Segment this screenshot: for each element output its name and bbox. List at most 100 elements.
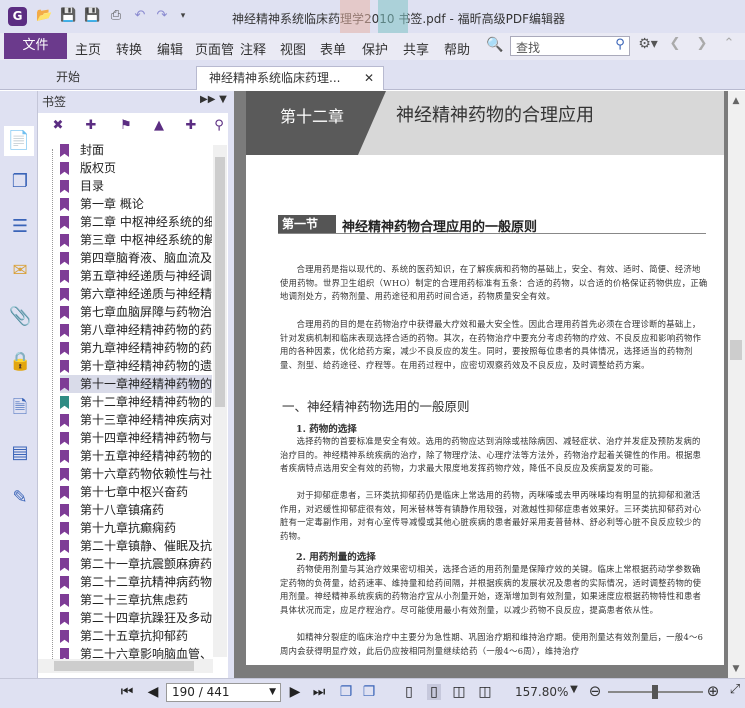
bookmark-flag-icon	[60, 414, 69, 427]
next-page-icon[interactable]: ▶	[288, 684, 302, 700]
bookmark-panel-title: 书签	[42, 95, 67, 109]
bookmark-item[interactable]: 第四章脑脊液、脑血流及血	[60, 249, 212, 267]
menu-edit[interactable]: 编辑	[157, 39, 183, 58]
expand-bookmark-icon[interactable]: ▲	[151, 118, 167, 134]
scroll-up-icon[interactable]: ▲	[730, 96, 742, 106]
bookmark-item[interactable]: 第二十四章抗躁狂及多动	[60, 609, 212, 627]
zoom-in-icon[interactable]: ⊕	[705, 682, 721, 700]
bookmark-item[interactable]: 第十九章抗癫痫药	[60, 519, 212, 537]
new-page-bookmark-icon[interactable]: ✚	[183, 118, 199, 134]
signature-icon[interactable]: ✎	[9, 486, 31, 510]
open-folder-icon[interactable]: 📂	[36, 8, 52, 24]
app-logo-icon[interactable]: G	[8, 7, 27, 26]
attachments-icon[interactable]: 📎	[9, 305, 31, 329]
form-fields-icon[interactable]: ▤	[9, 441, 31, 465]
file-menu-button[interactable]: 文件	[4, 33, 67, 59]
close-tab-icon[interactable]: ✕	[362, 71, 376, 85]
bookmark-item[interactable]: 第十三章神经精神疾病对	[60, 411, 212, 429]
bookmark-horizontal-thumb[interactable]	[54, 661, 194, 671]
menu-home[interactable]: 主页	[75, 39, 101, 58]
bookmark-item[interactable]: 第七章血脑屏障与药物治	[60, 303, 212, 321]
bookmark-item[interactable]: 第十六章药物依赖性与社	[60, 465, 212, 483]
bookmark-item[interactable]: 第十八章镇痛药	[60, 501, 212, 519]
bookmark-item[interactable]: 第十章神经精神药物的遗	[60, 357, 212, 375]
previous-page-icon[interactable]: ◀	[146, 684, 160, 700]
tab-start[interactable]: 开始	[44, 66, 194, 90]
bookmark-item[interactable]: 第二十二章抗精神病药物	[60, 573, 212, 591]
bookmark-item[interactable]: 封面	[60, 141, 212, 159]
tab-document[interactable]: 神经精神系统临床药理...	[196, 66, 384, 90]
menu-protect[interactable]: 保护	[362, 39, 388, 58]
last-page-icon[interactable]: ⏭	[312, 684, 326, 700]
page-properties-icon[interactable]: 🗎	[9, 396, 31, 420]
bookmark-item[interactable]: 第二十五章抗抑郁药	[60, 627, 212, 645]
menu-share[interactable]: 共享	[403, 39, 429, 58]
menu-help[interactable]: 帮助	[444, 39, 470, 58]
page-dropdown-icon[interactable]: ▼	[269, 684, 276, 701]
bookmark-flag-icon	[60, 612, 69, 625]
search-bookmark-icon[interactable]: ⚲	[213, 118, 225, 134]
page-number-input[interactable]: 190 / 441 ▼	[166, 683, 281, 702]
bookmark-item[interactable]: 第十一章神经精神药物的	[60, 375, 212, 393]
bookmark-item[interactable]: 第一章 概论	[60, 195, 212, 213]
bookmark-flag-icon[interactable]: ⚑	[118, 118, 134, 134]
find-folder-icon[interactable]: 🔍	[486, 37, 504, 53]
bookmark-item[interactable]: 第九章神经精神药物的药	[60, 339, 212, 357]
fit-page-icon[interactable]: ⤢	[728, 682, 742, 697]
search-icon[interactable]: ⚲	[612, 37, 628, 52]
bookmark-item[interactable]: 第二十一章抗震颤麻痹药	[60, 555, 212, 573]
bookmark-item[interactable]: 第六章神经递质与神经精	[60, 285, 212, 303]
bookmark-item[interactable]: 第三章 中枢神经系统的解	[60, 231, 212, 249]
zoom-dropdown-icon[interactable]: ▼	[568, 684, 580, 695]
menu-comment[interactable]: 注释	[240, 39, 266, 58]
save-as-icon[interactable]: 💾	[84, 8, 100, 24]
zoom-out-icon[interactable]: ⊖	[587, 682, 603, 700]
menu-view[interactable]: 视图	[280, 39, 306, 58]
bookmark-item[interactable]: 版权页	[60, 159, 212, 177]
expand-ribbon-icon[interactable]: ⌃	[722, 36, 736, 51]
bookmark-item[interactable]: 第十二章神经精神药物的	[60, 393, 212, 411]
bookmark-scroll-thumb[interactable]	[215, 157, 225, 407]
bookmark-item[interactable]: 第十七章中枢兴奋药	[60, 483, 212, 501]
next-icon[interactable]: ❯	[695, 36, 709, 51]
bookmark-item[interactable]: 第二章 中枢神经系统的细	[60, 213, 212, 231]
bookmark-item[interactable]: 第八章神经精神药物的药	[60, 321, 212, 339]
document-scroll-thumb[interactable]	[730, 340, 742, 360]
customize-toolbar-icon[interactable]: ▾	[175, 8, 191, 24]
delete-bookmark-icon[interactable]: ✖	[50, 118, 66, 134]
previous-icon[interactable]: ❮	[668, 36, 682, 51]
redo-icon[interactable]: ↷	[154, 8, 170, 24]
first-page-icon[interactable]: ⏮	[120, 684, 134, 700]
add-bookmark-icon[interactable]: ✚	[83, 118, 99, 134]
layers-icon[interactable]: ☰	[9, 215, 31, 239]
menu-convert[interactable]: 转换	[116, 39, 142, 58]
bookmark-item[interactable]: 目录	[60, 177, 212, 195]
collapse-panel-icon[interactable]: ▶▶	[200, 94, 215, 105]
menu-form[interactable]: 表单	[320, 39, 346, 58]
single-page-icon[interactable]: ▯	[402, 684, 416, 700]
bookmark-item-label: 第十六章药物依赖性与社	[80, 467, 212, 481]
document-scrollbar[interactable]	[728, 91, 745, 678]
bookmark-item[interactable]: 第十四章神经精神药物与	[60, 429, 212, 447]
bookmark-item[interactable]: 第五章神经递质与神经调	[60, 267, 212, 285]
continuous-page-icon[interactable]: ▯	[427, 684, 441, 700]
settings-gear-icon[interactable]: ⚙▾	[636, 36, 660, 52]
bookmark-item[interactable]: 第二十章镇静、催眠及抗	[60, 537, 212, 555]
zoom-slider-knob[interactable]	[652, 685, 658, 699]
security-lock-icon[interactable]: 🔒	[9, 350, 31, 374]
comments-icon[interactable]: ✉	[9, 259, 31, 283]
next-view-icon[interactable]: ❐	[362, 684, 376, 700]
panel-menu-icon[interactable]: ▼	[218, 94, 228, 105]
save-icon[interactable]: 💾	[60, 8, 76, 24]
undo-icon[interactable]: ↶	[132, 8, 148, 24]
menu-page-manage[interactable]: 页面管	[195, 39, 238, 58]
facing-pages-icon[interactable]: ◫	[452, 684, 466, 700]
bookmark-panel-icon[interactable]: 📄	[4, 126, 34, 156]
print-icon[interactable]: ⎙	[108, 8, 124, 24]
bookmark-item[interactable]: 第二十三章抗焦虑药	[60, 591, 212, 609]
previous-view-icon[interactable]: ❐	[339, 684, 353, 700]
continuous-facing-icon[interactable]: ◫	[478, 684, 492, 700]
scroll-down-icon[interactable]: ▼	[730, 664, 742, 674]
page-thumbnails-icon[interactable]: ❐	[9, 170, 31, 194]
bookmark-item[interactable]: 第十五章神经精神药物的	[60, 447, 212, 465]
